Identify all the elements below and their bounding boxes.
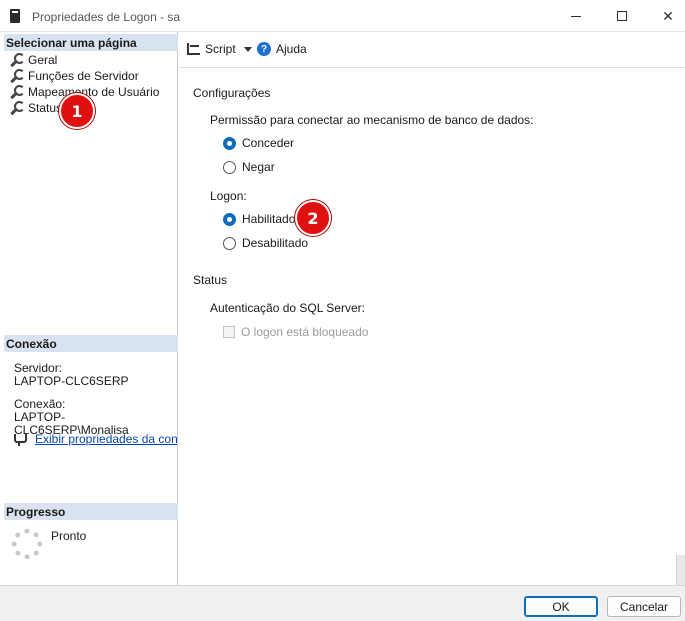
view-connection-row: Exibir propriedades da conexã <box>12 432 177 446</box>
app-icon <box>10 9 20 23</box>
page-item-funcoes-servidor[interactable]: Funções de Servidor <box>8 68 159 84</box>
plug-icon <box>12 432 27 446</box>
radio-desabilitado[interactable]: Desabilitado <box>223 236 308 250</box>
maximize-button[interactable] <box>599 0 645 32</box>
ok-button[interactable]: OK <box>524 596 598 617</box>
wrench-icon <box>8 69 25 83</box>
status-section-title: Status <box>193 273 228 287</box>
maximize-icon <box>617 11 627 21</box>
page-item-label: Funções de Servidor <box>28 69 139 83</box>
logon-label: Logon: <box>210 189 247 203</box>
minimize-button[interactable] <box>553 0 599 32</box>
toolbar: Script ? Ajuda <box>179 32 685 68</box>
help-button[interactable]: ? Ajuda <box>257 42 307 56</box>
radio-indicator <box>223 236 236 250</box>
progress-status: Pronto <box>51 529 87 543</box>
page-item-geral[interactable]: Geral <box>8 52 159 68</box>
close-icon: ✕ <box>662 7 674 24</box>
page-item-label: Mapeamento de Usuário <box>28 85 160 99</box>
checkbox-indicator <box>223 326 235 338</box>
page-item-label: Geral <box>28 53 58 67</box>
minimize-icon <box>571 15 581 17</box>
select-page-header: Selecionar uma página <box>4 34 178 51</box>
window-title: Propriedades de Logon - sa <box>32 10 181 24</box>
script-icon <box>187 43 200 55</box>
title-bar: Propriedades de Logon - sa ✕ <box>0 0 685 32</box>
script-label: Script <box>205 42 236 56</box>
step-badge-2: 2 <box>295 200 331 236</box>
settings-section-title: Configurações <box>193 86 271 100</box>
cancel-button[interactable]: Cancelar <box>607 596 681 617</box>
page-item-label: Status <box>28 101 63 115</box>
chevron-down-icon[interactable] <box>243 46 252 52</box>
radio-label: Desabilitado <box>242 236 309 250</box>
radio-indicator <box>223 160 236 174</box>
logon-locked-checkbox[interactable]: O logon está bloqueado <box>223 325 368 339</box>
wrench-icon <box>8 53 25 67</box>
radio-label: Habilitado <box>242 212 296 226</box>
radio-negar[interactable]: Negar <box>223 160 275 174</box>
radio-indicator <box>223 136 236 150</box>
dialog-footer: OK Cancelar <box>0 585 685 621</box>
background-edge <box>676 555 685 585</box>
connection-header: Conexão <box>4 335 178 352</box>
close-button[interactable]: ✕ <box>645 0 685 32</box>
radio-habilitado[interactable]: Habilitado <box>223 212 295 226</box>
radio-label: Negar <box>242 160 275 174</box>
progress-spinner-icon <box>12 529 42 559</box>
progress-header: Progresso <box>4 503 178 520</box>
view-connection-properties-link[interactable]: Exibir propriedades da conexã <box>35 432 177 446</box>
checkbox-label: O logon está bloqueado <box>241 325 369 339</box>
script-button[interactable]: Script <box>187 42 252 56</box>
radio-conceder[interactable]: Conceder <box>223 136 294 150</box>
radio-indicator <box>223 212 236 226</box>
help-label: Ajuda <box>276 42 307 56</box>
radio-label: Conceder <box>242 136 295 150</box>
help-icon: ? <box>257 42 271 56</box>
wrench-icon <box>8 101 25 115</box>
wrench-icon <box>8 85 25 99</box>
server-value: LAPTOP-CLC6SERP <box>14 374 129 388</box>
step-badge-1: 1 <box>59 93 95 129</box>
permission-label: Permissão para conectar ao mecanismo de … <box>210 113 534 127</box>
sql-auth-label: Autenticação do SQL Server: <box>210 301 365 315</box>
